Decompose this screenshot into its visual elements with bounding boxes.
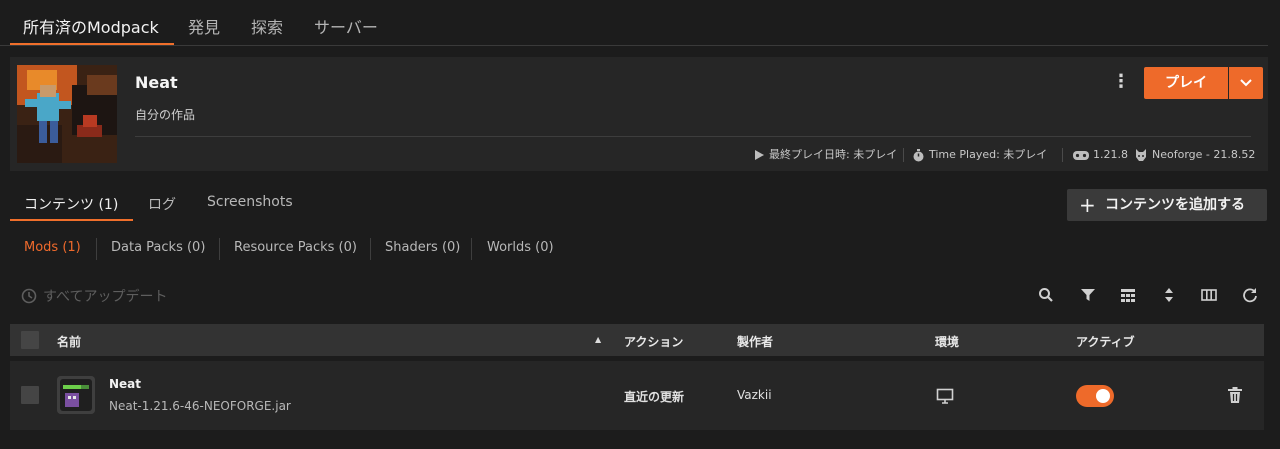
divider	[135, 136, 1251, 137]
game-version-info: 1.21.8	[1073, 146, 1128, 164]
tab-servers[interactable]: サーバー	[314, 14, 378, 38]
column-environment: 環境	[935, 335, 960, 349]
modpack-title: Neat	[135, 73, 178, 92]
column-active: アクティブ	[1076, 335, 1135, 349]
tab-explore[interactable]: 探索	[251, 14, 283, 38]
search-icon[interactable]	[1038, 287, 1056, 305]
active-tab-indicator	[10, 43, 174, 45]
select-all-checkbox[interactable]	[21, 331, 39, 349]
modpack-thumbnail	[17, 65, 117, 163]
chevron-down-icon	[1240, 79, 1252, 87]
divider	[1062, 148, 1063, 162]
add-content-label: コンテンツを追加する	[1105, 197, 1245, 213]
play-button[interactable]: プレイ	[1144, 67, 1228, 99]
mod-author[interactable]: Vazkii	[737, 388, 772, 402]
stopwatch-icon	[913, 148, 924, 161]
divider	[903, 148, 904, 162]
active-content-tab-indicator	[10, 219, 133, 221]
filter-data-packs[interactable]: Data Packs (0)	[111, 240, 205, 255]
sort-icon[interactable]	[1162, 287, 1180, 305]
table-row: Neat Neat-1.21.6-46-NEOFORGE.jar 直近の更新 V…	[10, 361, 1264, 430]
tab-logs[interactable]: ログ	[148, 194, 176, 214]
filter-resource-packs[interactable]: Resource Packs (0)	[234, 240, 357, 255]
row-checkbox[interactable]	[21, 386, 39, 404]
divider	[219, 238, 220, 260]
sort-asc-icon[interactable]: ▲	[595, 335, 601, 344]
loader-text: Neoforge - 21.8.52	[1152, 148, 1256, 161]
column-action: アクション	[624, 335, 684, 349]
column-name[interactable]: 名前	[57, 333, 81, 350]
mod-action[interactable]: 直近の更新	[624, 388, 684, 405]
tab-screenshots[interactable]: Screenshots	[207, 194, 293, 210]
active-toggle[interactable]	[1076, 385, 1114, 407]
time-played-text: Time Played: 未プレイ	[929, 148, 1048, 161]
columns-icon[interactable]	[1201, 287, 1219, 305]
density-icon[interactable]	[1120, 287, 1138, 305]
modpack-subtitle: 自分の作品	[135, 108, 196, 122]
mod-filename: Neat-1.21.6-46-NEOFORGE.jar	[109, 399, 291, 413]
filter-icon[interactable]	[1080, 287, 1098, 305]
last-played-info: 最終プレイ日時: 未プレイ	[753, 146, 897, 164]
desktop-icon	[936, 388, 954, 407]
table-header: 名前 ▲ アクション 製作者 環境 アクティブ	[10, 324, 1264, 356]
modpack-card: Neat 自分の作品 ⋮ プレイ 最終プレイ日時: 未プレイ Time Play…	[10, 57, 1268, 171]
last-played-text: 最終プレイ日時: 未プレイ	[769, 148, 898, 161]
column-author[interactable]: 製作者	[737, 333, 773, 350]
mod-name[interactable]: Neat	[109, 377, 141, 391]
plus-icon: +	[1079, 193, 1096, 217]
tab-discover[interactable]: 発見	[188, 14, 220, 38]
trash-icon[interactable]	[1227, 387, 1243, 407]
divider	[96, 238, 97, 260]
mod-icon	[57, 376, 95, 414]
refresh-icon[interactable]	[1242, 287, 1260, 305]
play-triangle-icon	[755, 150, 764, 160]
tab-owned-modpacks[interactable]: 所有済のModpack	[23, 14, 159, 38]
update-all-label: すべてアップデート	[43, 289, 168, 305]
update-all-button[interactable]: すべてアップデート	[21, 286, 167, 306]
tab-contents[interactable]: コンテンツ (1)	[24, 194, 118, 214]
loader-info: Neoforge - 21.8.52	[1134, 146, 1255, 164]
filter-worlds[interactable]: Worlds (0)	[487, 240, 554, 255]
play-dropdown-button[interactable]	[1229, 67, 1263, 99]
filter-mods[interactable]: Mods (1)	[24, 240, 81, 255]
game-version-text: 1.21.8	[1093, 148, 1128, 161]
more-options-icon[interactable]: ⋮	[1112, 72, 1130, 94]
time-played-info: Time Played: 未プレイ	[912, 146, 1047, 164]
add-content-button[interactable]: + コンテンツを追加する	[1067, 189, 1267, 221]
gamepad-icon	[1073, 150, 1089, 160]
filter-shaders[interactable]: Shaders (0)	[385, 240, 460, 255]
neoforge-icon	[1136, 149, 1146, 161]
divider	[370, 238, 371, 260]
clock-update-icon	[21, 288, 37, 304]
top-navigation: 所有済のModpack 発見 探索 サーバー	[0, 0, 1268, 46]
divider	[471, 238, 472, 260]
toggle-knob	[1096, 389, 1110, 403]
